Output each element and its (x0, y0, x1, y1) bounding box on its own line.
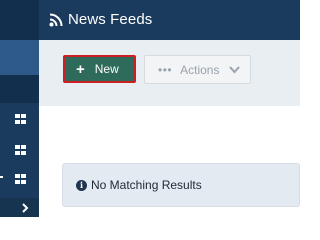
ellipsis-icon: ••• (158, 62, 173, 77)
actions-dropdown-button[interactable]: ••• Actions (144, 55, 251, 84)
chevron-right-icon[interactable] (20, 202, 30, 214)
info-icon: i (76, 179, 87, 191)
page-header: News Feeds (39, 0, 300, 40)
dashboard-icon[interactable] (15, 174, 27, 185)
dashboard-icon[interactable] (15, 145, 27, 156)
new-button[interactable]: + New (63, 55, 136, 83)
actions-button-label: Actions (180, 62, 220, 77)
chevron-down-icon (229, 66, 240, 74)
alert-message: No Matching Results (91, 178, 202, 192)
new-button-label: New (94, 62, 119, 76)
rss-icon (49, 13, 63, 27)
dashboard-icon[interactable] (15, 114, 27, 125)
page-title: News Feeds (68, 11, 153, 28)
sidebar-item-active[interactable] (0, 40, 39, 75)
no-results-alert: i No Matching Results (62, 163, 300, 207)
toolbar: + New ••• Actions (39, 40, 300, 106)
sidebar-marker (0, 176, 3, 178)
sidebar-item[interactable] (0, 75, 39, 103)
plus-icon: + (76, 60, 85, 78)
sidebar-top (0, 0, 39, 40)
sidebar (0, 0, 39, 217)
